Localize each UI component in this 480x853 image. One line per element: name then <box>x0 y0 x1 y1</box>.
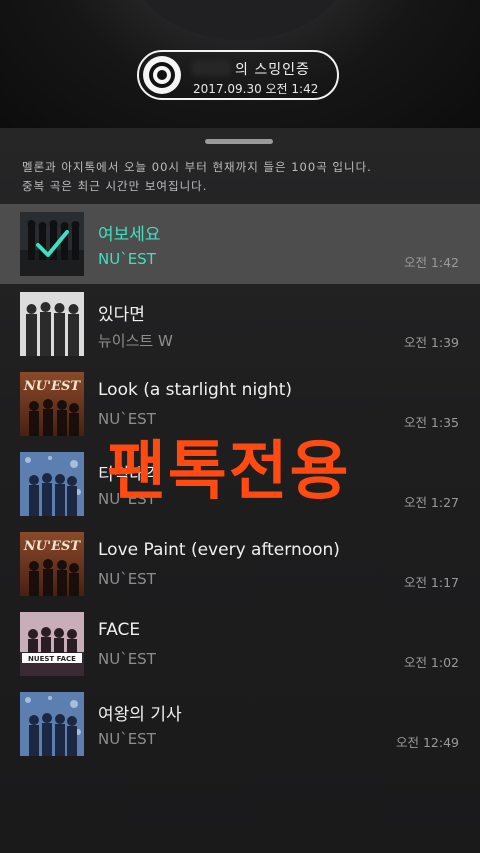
song-artist: NU`EST <box>98 250 156 268</box>
album-art <box>20 212 84 276</box>
censored-username <box>191 60 231 76</box>
selected-check-icon <box>36 230 69 257</box>
song-row[interactable]: NUEST FACE FACE NU`EST 오전 1:02 <box>0 604 480 684</box>
album-art <box>20 692 84 756</box>
album-art <box>20 292 84 356</box>
song-artist: NU`EST <box>98 410 156 428</box>
album-art: NU'EST <box>20 532 84 596</box>
info-text-line2: 중복 곡은 최근 시간만 보여집니다. <box>22 179 208 193</box>
sheet-drag-handle[interactable] <box>205 139 273 144</box>
song-time: 오전 1:39 <box>403 335 459 350</box>
streaming-proof-badge: 의 스밍인증 2017.09.30 오전 1:42 <box>137 50 339 100</box>
album-logo-text: NUEST FACE <box>28 655 76 663</box>
song-row[interactable]: 티격태격 NU`EST 오전 1:27 <box>0 444 480 524</box>
album-art: NU'EST <box>20 372 84 436</box>
song-title: Look (a starlight night) <box>98 380 293 400</box>
song-time: 오전 1:02 <box>403 655 459 670</box>
song-time: 오전 1:42 <box>403 255 459 270</box>
song-time: 오전 1:35 <box>403 415 459 430</box>
song-title: 여보세요 <box>98 225 161 245</box>
album-art <box>20 452 84 516</box>
song-artist: 뉴이스트 W <box>98 332 173 350</box>
song-artist: NU`EST <box>98 730 156 748</box>
song-artist: NU`EST <box>98 650 156 668</box>
album-logo-text: NU'EST <box>23 539 81 554</box>
album-logo-text: NU'EST <box>23 379 81 394</box>
song-title: FACE <box>98 620 141 640</box>
song-row[interactable]: NU'EST Love Paint (every afternoon) NU`E… <box>0 524 480 604</box>
song-artist: NU`EST <box>98 570 156 588</box>
badge-title: 의 스밍인증 <box>235 62 310 78</box>
badge-date: 2017.09.30 오전 1:42 <box>193 82 319 96</box>
info-text-line1: 멜론과 아지톡에서 오늘 00시 부터 현재까지 들은 100곡 입니다. <box>22 160 372 174</box>
song-row[interactable]: NU'EST Look (a starlight night) NU`EST 오… <box>0 364 480 444</box>
song-title: 여왕의 기사 <box>98 705 182 725</box>
song-row[interactable]: 있다면 뉴이스트 W 오전 1:39 <box>0 284 480 364</box>
vinyl-disc-icon <box>143 56 181 94</box>
song-list-sheet: 멜론과 아지톡에서 오늘 00시 부터 현재까지 들은 100곡 입니다. 중복… <box>0 128 480 853</box>
song-title: 티격태격 <box>98 465 161 485</box>
song-row[interactable]: 여왕의 기사 NU`EST 오전 12:49 <box>0 684 480 764</box>
song-time: 오전 1:27 <box>403 495 459 510</box>
album-art: NUEST FACE <box>20 612 84 676</box>
song-title: 있다면 <box>98 305 145 325</box>
song-time: 오전 1:17 <box>403 575 459 590</box>
song-time: 오전 12:49 <box>396 735 459 750</box>
song-row[interactable]: 여보세요 NU`EST 오전 1:42 <box>0 204 480 284</box>
song-artist: NU`EST <box>98 490 156 508</box>
song-title: Love Paint (every afternoon) <box>98 540 340 560</box>
